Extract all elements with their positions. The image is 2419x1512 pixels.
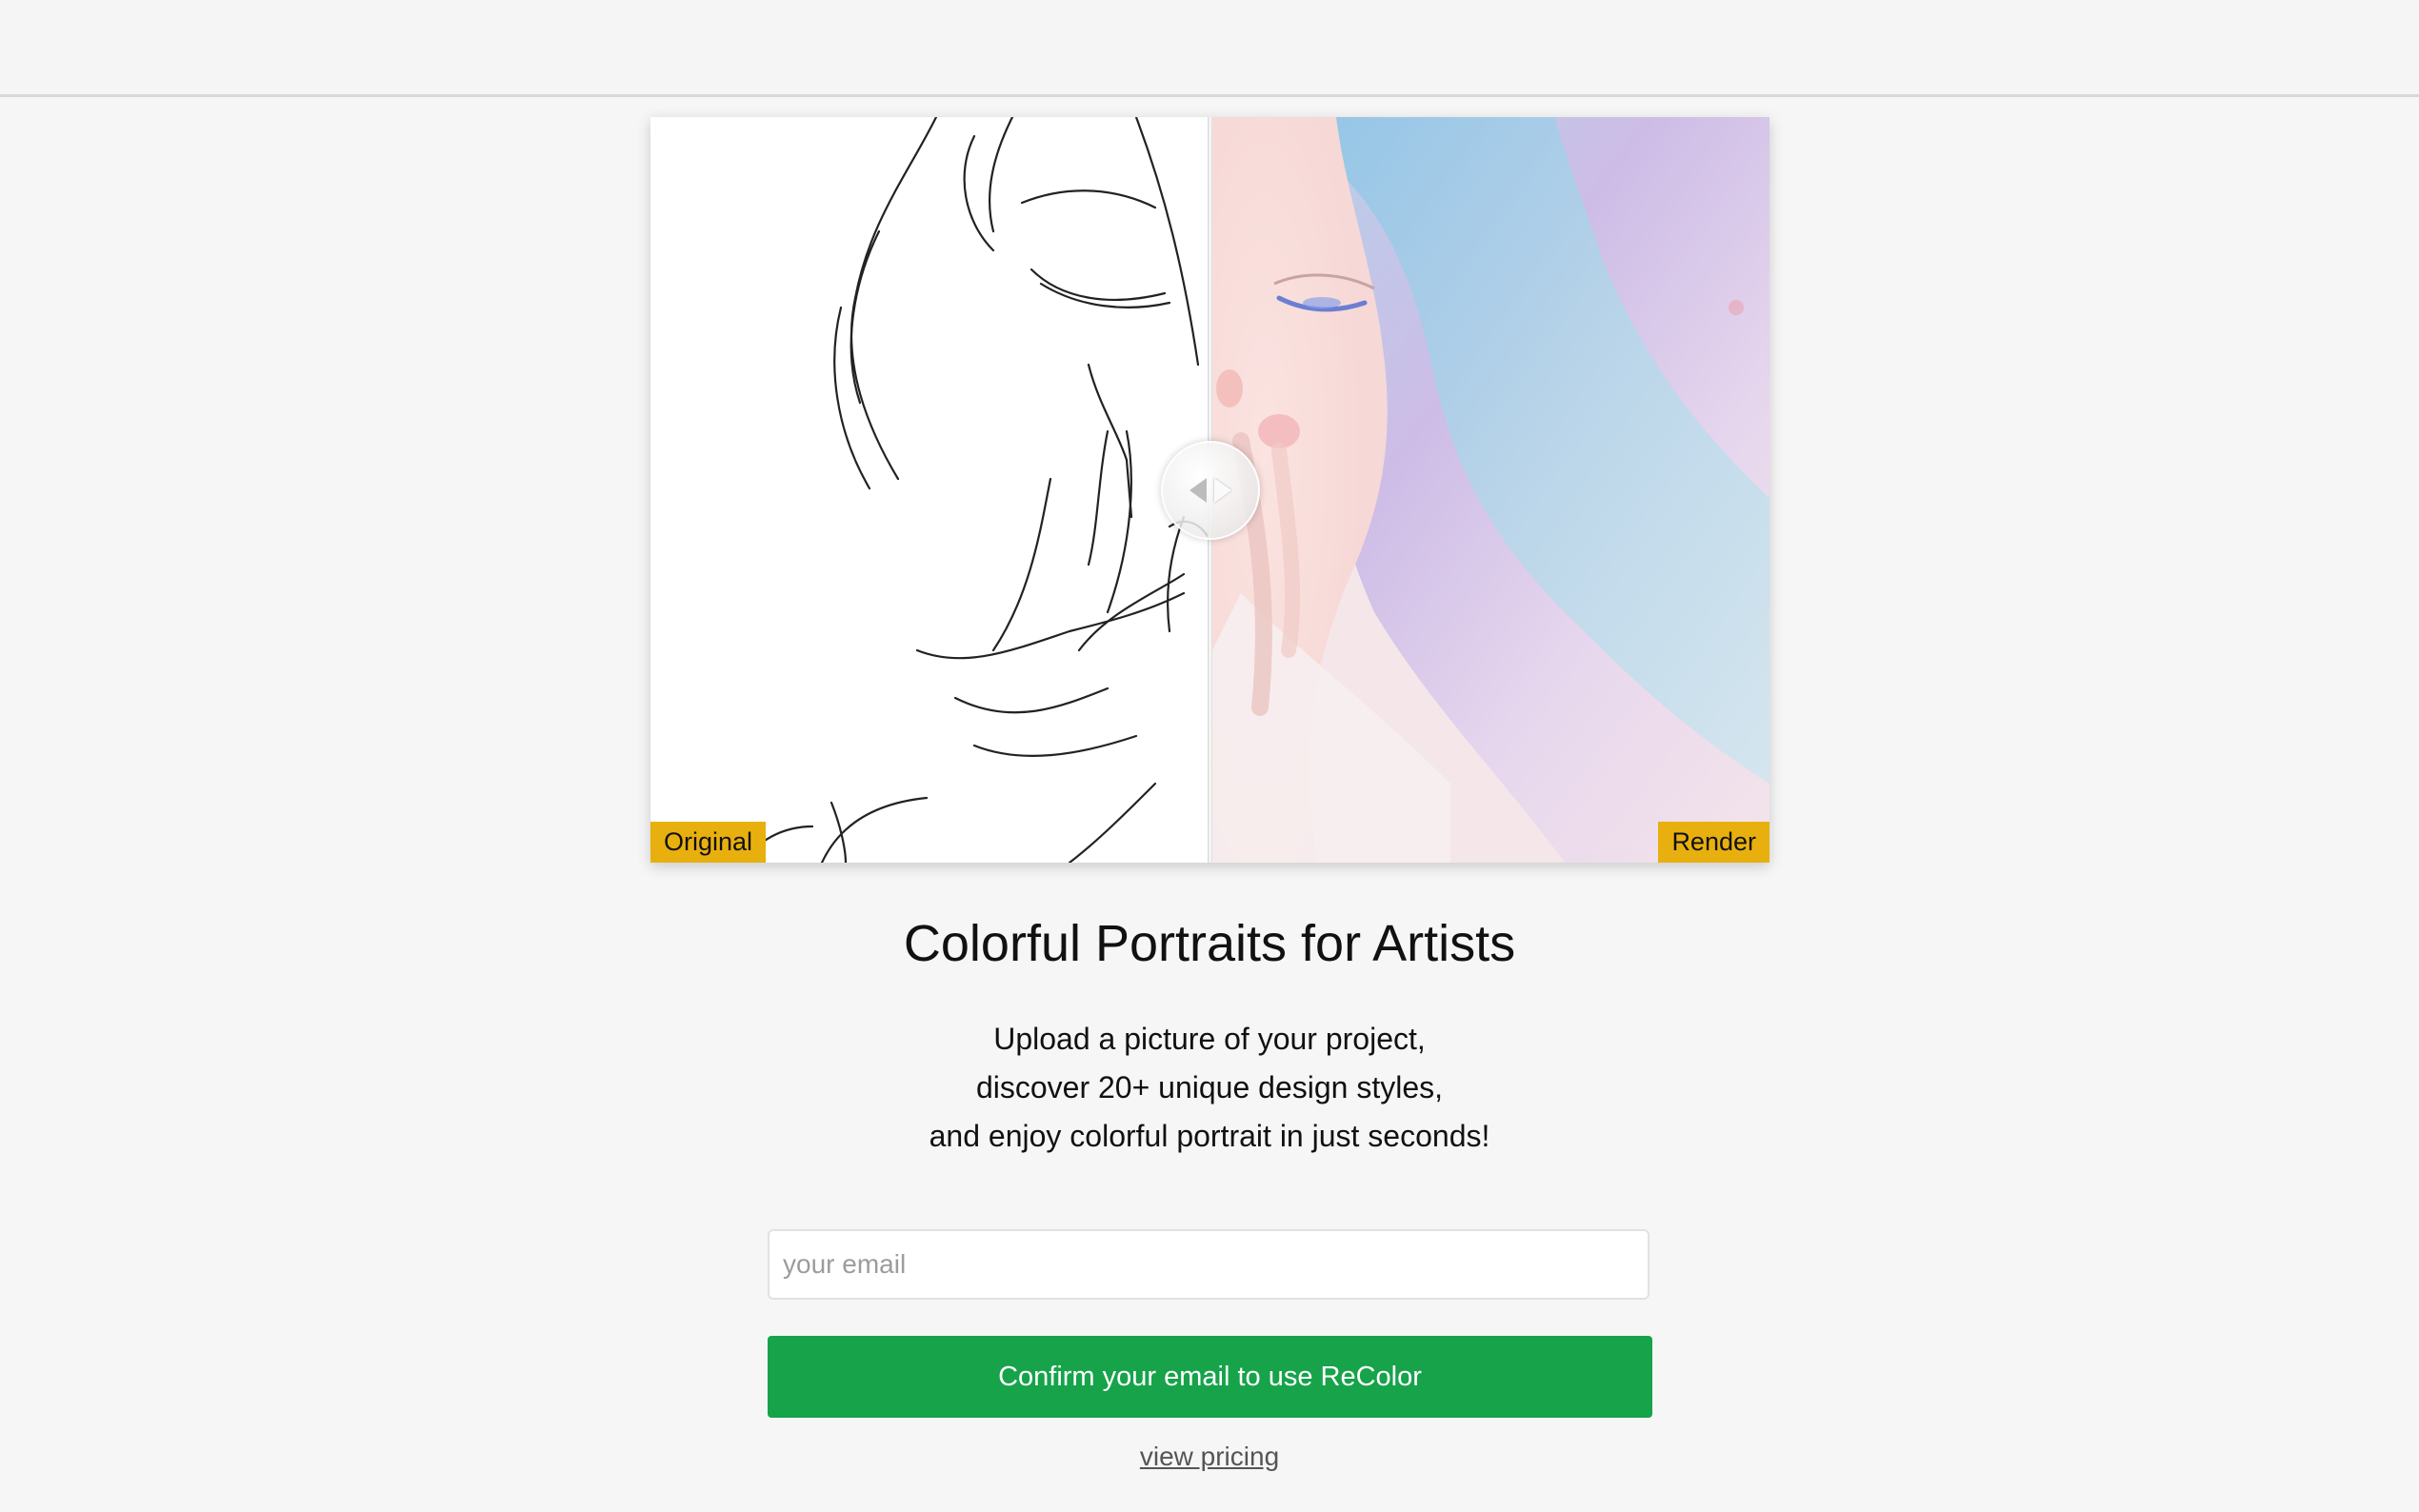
- render-tag: Render: [1658, 822, 1769, 863]
- subtitle-line: and enjoy colorful portrait in just seco…: [929, 1119, 1490, 1153]
- email-field[interactable]: [768, 1229, 1649, 1300]
- page-subtitle: Upload a picture of your project, discov…: [0, 1015, 2419, 1161]
- subtitle-line: discover 20+ unique design styles,: [975, 1070, 1444, 1104]
- compare-slider-handle[interactable]: [1161, 441, 1260, 540]
- view-pricing-link[interactable]: view pricing: [1140, 1442, 1279, 1471]
- arrow-right-icon: [1214, 478, 1231, 503]
- original-tag: Original: [650, 822, 767, 863]
- top-bar: [0, 0, 2419, 97]
- before-after-compare[interactable]: Original Render: [650, 117, 1769, 863]
- confirm-email-button[interactable]: Confirm your email to use ReColor: [768, 1336, 1652, 1418]
- subtitle-line: Upload a picture of your project,: [993, 1022, 1426, 1056]
- pricing-link-wrap: view pricing: [0, 1442, 2419, 1472]
- arrow-left-icon: [1190, 478, 1207, 503]
- page-title: Colorful Portraits for Artists: [903, 915, 1516, 972]
